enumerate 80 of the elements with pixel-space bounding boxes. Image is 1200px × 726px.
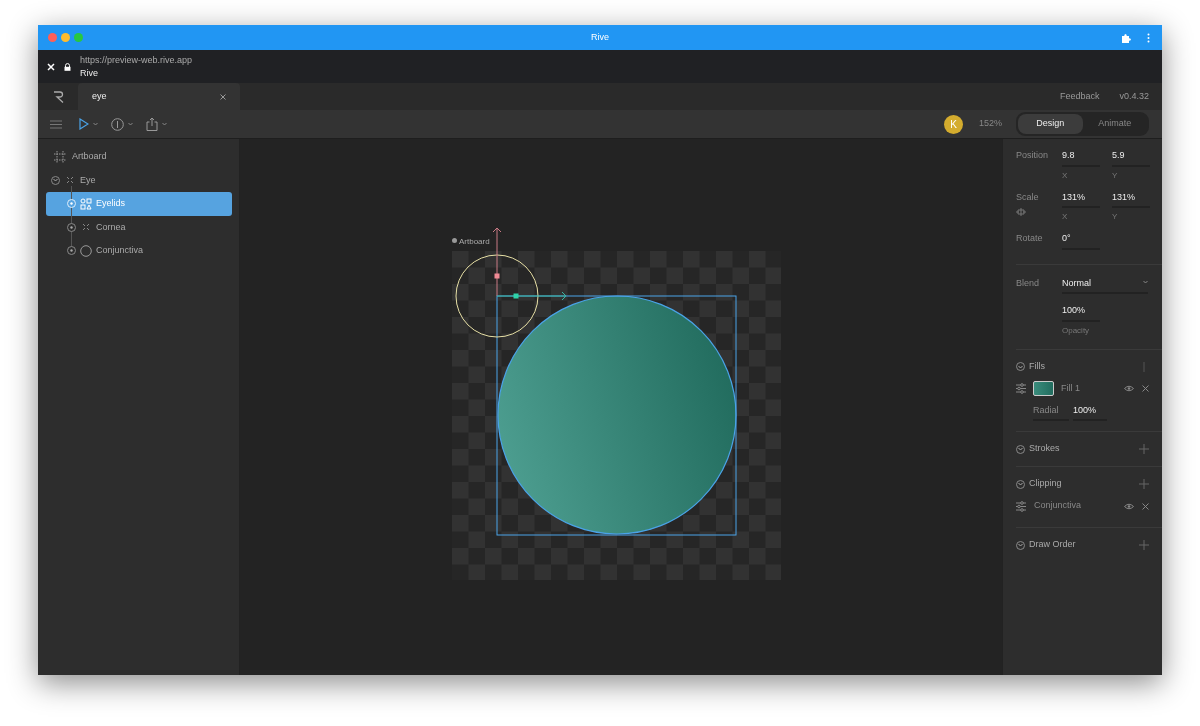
chevron-down-icon [1018,482,1023,486]
layer-item[interactable]: Eye [46,168,232,192]
color-swatch[interactable] [1033,381,1054,396]
artboard-icon [54,150,66,163]
scale-y-caption: Y [1112,212,1118,221]
scale-x-caption: X [1062,212,1068,221]
origin-circle[interactable] [455,254,539,338]
blend-dropdown[interactable]: Normal [1062,276,1148,294]
position-y-caption: Y [1112,170,1118,180]
caret-icon[interactable] [162,122,167,126]
section-title: Fills [1029,359,1045,373]
url-text: https://preview-web.rive.app [80,53,193,67]
dot-icon [70,225,73,229]
window-title: Rive [591,30,609,44]
scale-y-field[interactable]: 131% [1112,190,1150,208]
caret-icon[interactable] [1143,279,1148,284]
chevron-down-icon [1018,447,1023,451]
opacity-caption: Opacity [1062,325,1090,335]
layer-name: Conjunctiva [1034,499,1082,513]
caret-icon[interactable] [128,122,133,126]
chevron-down-icon [53,178,58,183]
x-handle[interactable] [513,293,519,299]
rotate-label: Rotate [1016,232,1044,245]
fill-amount-field[interactable]: 100% [1073,403,1107,421]
fill-type-field[interactable]: Radial [1033,403,1069,421]
circle-tool-icon[interactable] [111,117,124,131]
mode-tab[interactable]: Animate [1082,114,1147,134]
position-y-field[interactable]: 5.9 [1112,149,1150,167]
adjust-icon[interactable] [1016,500,1026,512]
adjust-icon[interactable] [1016,383,1026,394]
eye-icon[interactable] [1124,385,1134,392]
shapes-icon [80,197,92,210]
position-label: Position [1016,149,1050,162]
dot-icon [70,202,73,206]
more-icon[interactable] [1147,32,1150,43]
x-axis-arrow[interactable] [496,291,567,301]
add-icon[interactable] [1139,540,1149,550]
section-title: Clipping [1029,477,1062,491]
tab[interactable]: eye [78,83,240,110]
y-axis-arrow[interactable] [492,227,502,297]
scale-label: Scale [1016,190,1040,204]
expand-toggle[interactable] [67,222,76,232]
feedback-link[interactable]: Feedback [1059,89,1100,104]
close-tab-icon[interactable] [220,93,226,100]
opacity-field[interactable]: 100% [1062,304,1100,322]
layer-item[interactable]: Artboard [46,145,232,169]
export-icon[interactable] [146,117,158,131]
logo-icon[interactable] [52,90,64,103]
rotate-field[interactable]: 0° [1062,232,1100,250]
pointer-tool-icon[interactable] [79,118,89,130]
section-title: Strokes [1029,442,1060,456]
scale-x-field[interactable]: 131% [1062,190,1100,208]
zoom-dropdown[interactable]: 152% [978,117,1002,131]
mode-tab[interactable]: Design [1018,114,1083,134]
menu-icon[interactable] [50,119,62,129]
layer-item[interactable]: Cornea [46,215,232,239]
expand-toggle[interactable] [67,246,76,256]
page-title: Rive [80,66,99,80]
add-icon[interactable] [1139,479,1149,489]
caret-icon[interactable] [93,122,98,126]
selected-circle-shape[interactable] [496,295,737,536]
y-handle[interactable] [494,273,500,279]
layer-item[interactable]: Conjunctiva [46,239,232,263]
chevron-down-icon [1018,543,1023,547]
section-title: Draw Order [1029,538,1076,552]
version-text: v0.4.32 [1119,89,1149,103]
add-icon[interactable] [1139,444,1149,454]
layer-name: Fill 1 [1061,381,1080,395]
dot-icon [70,249,73,253]
extension-icon[interactable] [1121,32,1131,43]
lock-icon [64,62,71,71]
position-x-field[interactable]: 9.8 [1062,149,1100,167]
artboard-dot-icon [452,238,457,243]
eye-icon[interactable] [1124,502,1134,510]
ellipse-icon [80,244,92,257]
expand-toggle[interactable] [51,175,60,185]
chevron-down-icon [1018,364,1023,369]
blend-label: Blend [1016,276,1041,290]
position-x-caption: X [1062,170,1068,180]
artboard-label[interactable]: Artboard [459,237,490,246]
